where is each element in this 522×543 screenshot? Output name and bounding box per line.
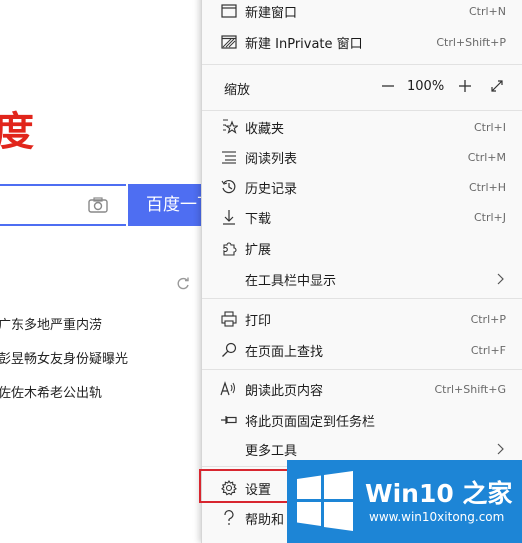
windows-logo-icon	[297, 471, 353, 531]
fullscreen-icon[interactable]	[489, 78, 505, 94]
camera-icon[interactable]	[88, 197, 108, 213]
settings-highlight-box	[199, 469, 289, 503]
watermark-title: Win10 之家	[365, 479, 513, 508]
menu-item-print[interactable]: 打印 Ctrl+P	[202, 305, 522, 333]
history-icon	[220, 178, 238, 196]
zoom-value: 100%	[407, 79, 445, 94]
menu-divider	[202, 298, 522, 299]
menu-item-reading-list[interactable]: 阅读列表 Ctrl+M	[202, 143, 522, 171]
menu-item-show-in-toolbar[interactable]: 在工具栏中显示	[202, 265, 522, 293]
search-button[interactable]: 百度一下	[128, 184, 208, 226]
menu-item-pin-to-taskbar[interactable]: 将此页面固定到任务栏	[202, 406, 522, 434]
hot-list-item[interactable]: 广东多地严重内涝	[0, 314, 102, 333]
zoom-out-button[interactable]	[380, 78, 396, 94]
hot-list-item[interactable]: 佐佐木希老公出轨	[0, 382, 102, 401]
zoom-in-button[interactable]	[457, 78, 473, 94]
win10-watermark: Win10 之家 www.win10xitong.com	[287, 460, 522, 543]
menu-item-favorites[interactable]: 收藏夹 Ctrl+I	[202, 113, 522, 141]
chevron-right-icon	[497, 273, 504, 285]
inprivate-icon	[220, 33, 238, 51]
menu-item-new-window[interactable]: 新建窗口 Ctrl+N	[202, 0, 522, 25]
menu-item-find-on-page[interactable]: 在页面上查找 Ctrl+F	[202, 336, 522, 364]
menu-item-inprivate[interactable]: 新建 InPrivate 窗口 Ctrl+Shift+P	[202, 28, 522, 56]
menu-item-extensions[interactable]: 扩展	[202, 234, 522, 262]
baidu-logo-partial: 度	[0, 109, 34, 155]
zoom-control: 缩放 100%	[202, 72, 522, 102]
reading-list-icon	[220, 148, 238, 166]
favorites-icon	[220, 118, 238, 136]
refresh-icon[interactable]	[176, 277, 190, 291]
search-icon	[220, 341, 238, 359]
menu-item-more-tools[interactable]: 更多工具	[202, 435, 522, 463]
extensions-icon	[220, 239, 238, 257]
menu-item-downloads[interactable]: 下载 Ctrl+J	[202, 203, 522, 231]
hot-list-item[interactable]: 彭昱畅女友身份疑曝光	[0, 348, 128, 367]
menu-divider	[202, 369, 522, 370]
pin-icon	[220, 411, 238, 429]
menu-divider	[202, 110, 522, 111]
new-window-icon	[220, 2, 238, 20]
menu-item-history[interactable]: 历史记录 Ctrl+H	[202, 173, 522, 201]
zoom-label: 缩放	[224, 83, 251, 98]
menu-divider	[202, 64, 522, 65]
print-icon	[220, 310, 238, 328]
download-icon	[220, 208, 238, 226]
menu-item-read-aloud[interactable]: 朗读此页内容 Ctrl+Shift+G	[202, 375, 522, 403]
watermark-url: www.win10xitong.com	[369, 510, 505, 524]
help-icon	[220, 509, 238, 527]
chevron-right-icon	[497, 443, 504, 455]
read-aloud-icon	[220, 380, 238, 398]
